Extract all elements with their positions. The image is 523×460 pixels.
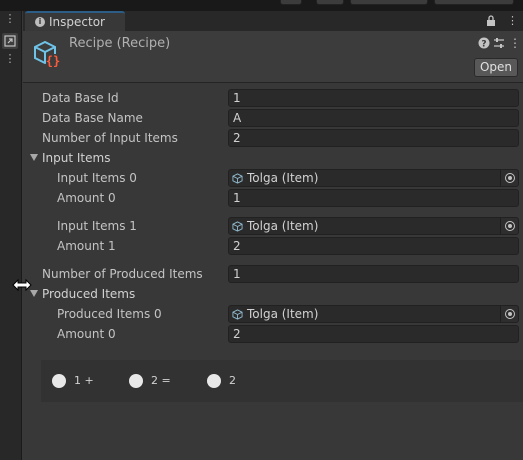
number-of-input-items-field[interactable]: 2 — [228, 129, 519, 147]
resize-cursor-icon — [12, 278, 32, 292]
more-options-icon[interactable]: ⋮ — [509, 36, 521, 50]
more-options-icon[interactable]: ⋮ — [507, 14, 518, 27]
equation-text: 2 = — [151, 374, 171, 387]
number-of-produced-items-field[interactable]: 1 — [228, 265, 519, 283]
item-dot-icon — [207, 374, 221, 388]
object-field-value: Tolga (Item) — [247, 219, 319, 233]
data-base-id-field[interactable]: 1 — [228, 89, 519, 107]
top-control[interactable] — [280, 0, 302, 5]
item-dot-icon — [129, 374, 143, 388]
produced-items-foldout[interactable]: Produced Items — [30, 287, 135, 301]
window-icon — [4, 35, 16, 47]
target-icon — [505, 173, 515, 183]
number-of-produced-items-label: Number of Produced Items — [42, 267, 203, 281]
number-of-input-items-label: Number of Input Items — [42, 131, 178, 145]
amount-0-field[interactable]: 1 — [228, 189, 519, 207]
produced-amount-0-label: Amount 0 — [57, 327, 116, 341]
scriptable-object-icon — [232, 173, 243, 184]
data-base-id-label: Data Base Id — [42, 91, 119, 105]
object-field-value: Tolga (Item) — [247, 171, 319, 185]
layers-dropdown[interactable] — [350, 0, 428, 5]
top-control[interactable] — [316, 0, 344, 5]
tab-inspector[interactable]: i Inspector — [25, 11, 125, 31]
input-items-0-label: Input Items 0 — [57, 171, 137, 185]
target-icon — [505, 309, 515, 319]
presets-icon[interactable] — [493, 37, 505, 49]
tab-bar: i Inspector ⋮ — [23, 11, 523, 31]
top-toolbar-strip — [0, 0, 523, 11]
more-options-icon[interactable]: ⋮ — [3, 52, 17, 66]
data-base-name-field[interactable]: A — [228, 109, 519, 127]
object-picker-button[interactable] — [500, 218, 518, 234]
svg-text:?: ? — [481, 40, 486, 50]
lock-icon[interactable] — [485, 15, 497, 27]
produced-items-0-label: Produced Items 0 — [57, 307, 162, 321]
target-icon — [505, 221, 515, 231]
scriptable-object-icon — [232, 309, 243, 320]
data-base-name-label: Data Base Name — [42, 111, 143, 125]
amount-1-field[interactable]: 2 — [228, 237, 519, 255]
input-items-0-object-field[interactable]: Tolga (Item) — [228, 169, 519, 187]
input-items-foldout[interactable]: Input Items — [30, 151, 110, 165]
info-icon: i — [35, 17, 45, 27]
tab-label: Inspector — [49, 15, 105, 29]
recipe-equation-box: 1 + 2 = 2 — [41, 360, 523, 402]
more-options-icon[interactable]: ⋮ — [3, 12, 17, 26]
input-items-1-object-field[interactable]: Tolga (Item) — [228, 217, 519, 235]
scriptable-object-icon: {} — [34, 40, 60, 68]
object-picker-button[interactable] — [500, 170, 518, 186]
inspector-header: {} Recipe (Recipe) ? ⋮ Open — [23, 31, 523, 83]
foldout-label: Produced Items — [42, 287, 136, 301]
foldout-arrow-icon — [30, 154, 38, 161]
produced-items-0-object-field[interactable]: Tolga (Item) — [228, 305, 519, 323]
scriptable-object-icon — [232, 221, 243, 232]
help-icon[interactable]: ? — [478, 37, 490, 49]
svg-text:{}: {} — [46, 54, 60, 68]
layout-dropdown[interactable] — [434, 0, 514, 5]
left-dock: ⋮ ⋮ — [0, 11, 22, 460]
input-items-1-label: Input Items 1 — [57, 219, 137, 233]
dock-tab[interactable] — [2, 33, 18, 49]
object-title: Recipe (Recipe) — [69, 36, 171, 51]
equation-text: 2 — [229, 374, 236, 387]
item-dot-icon — [52, 374, 66, 388]
produced-amount-0-field[interactable]: 2 — [228, 325, 519, 343]
amount-0-label: Amount 0 — [57, 191, 116, 205]
equation-text: 1 + — [74, 374, 94, 387]
amount-1-label: Amount 1 — [57, 239, 116, 253]
object-field-value: Tolga (Item) — [247, 307, 319, 321]
open-button[interactable]: Open — [474, 58, 518, 77]
object-picker-button[interactable] — [500, 306, 518, 322]
foldout-label: Input Items — [42, 151, 111, 165]
